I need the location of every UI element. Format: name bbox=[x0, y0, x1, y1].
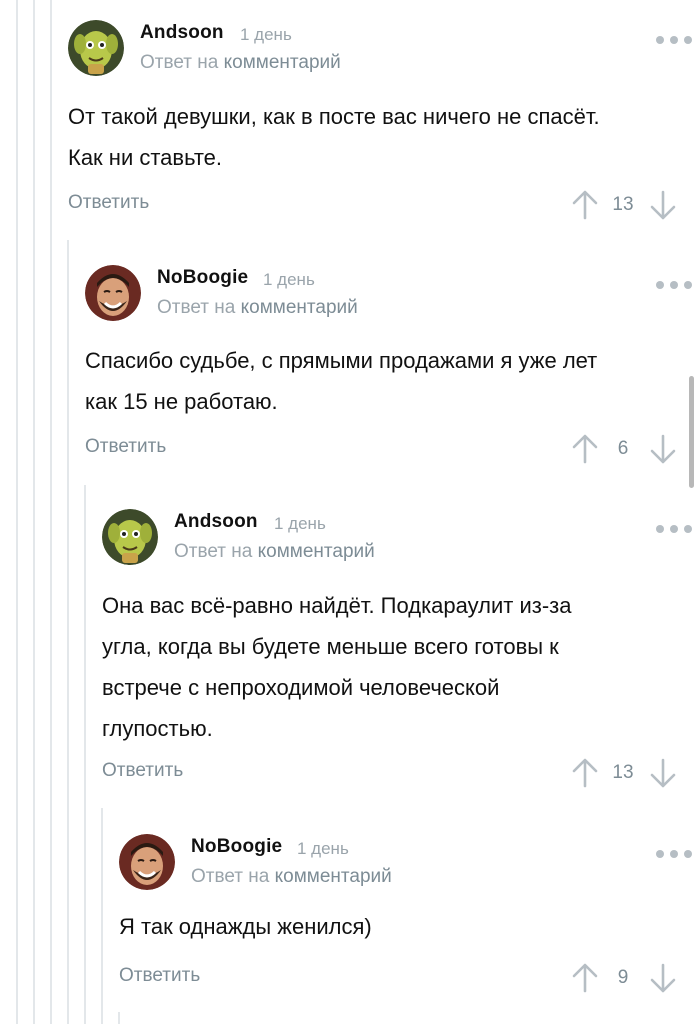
reply-to: Ответ на комментарий bbox=[174, 541, 375, 563]
comment-text-line: Она вас всё-равно найдёт. Подкараулит из… bbox=[102, 593, 572, 618]
reply-button[interactable]: Ответить bbox=[85, 436, 166, 458]
comment: NoBoogie 1 день Ответ на комментарий Спа… bbox=[85, 265, 700, 475]
goblin-avatar[interactable] bbox=[68, 20, 124, 76]
author-name[interactable]: Andsoon bbox=[174, 511, 258, 533]
comment-time: 1 день bbox=[297, 839, 349, 858]
reply-to-link[interactable]: комментарий bbox=[224, 52, 341, 73]
reply-to-link[interactable]: комментарий bbox=[275, 866, 392, 887]
comment-text-line: От такой девушки, как в посте вас ничего… bbox=[68, 104, 600, 129]
arrow-down-icon[interactable] bbox=[648, 961, 678, 995]
more-options-icon[interactable] bbox=[652, 30, 692, 50]
thread-line bbox=[67, 240, 69, 1024]
reply-to-prefix: Ответ на bbox=[174, 541, 253, 562]
comment-header: NoBoogie 1 день Ответ на комментарий bbox=[119, 834, 700, 894]
author-name[interactable]: NoBoogie bbox=[157, 267, 248, 289]
thread-line bbox=[33, 0, 35, 1024]
comment-header: Andsoon 1 день Ответ на комментарий bbox=[68, 20, 700, 80]
laughing-man-avatar[interactable] bbox=[119, 834, 175, 890]
comment-actions: Ответить 13 bbox=[68, 188, 700, 224]
arrow-down-icon[interactable] bbox=[648, 188, 678, 222]
thread-line bbox=[84, 485, 86, 1024]
reply-to-prefix: Ответ на bbox=[191, 866, 270, 887]
arrow-up-icon[interactable] bbox=[570, 961, 600, 995]
arrow-up-icon[interactable] bbox=[570, 188, 600, 222]
comment-text-line: угла, когда вы будете меньше всего готов… bbox=[102, 634, 559, 659]
arrow-up-icon[interactable] bbox=[570, 756, 600, 790]
comment-actions: Ответить 9 bbox=[119, 961, 700, 997]
comment-actions: Ответить 13 bbox=[102, 756, 700, 792]
reply-to-link[interactable]: комментарий bbox=[258, 541, 375, 562]
comment-text-line: как 15 не работаю. bbox=[85, 389, 278, 414]
reply-to-prefix: Ответ на bbox=[140, 52, 219, 73]
comment-text: Она вас всё-равно найдёт. Подкараулит из… bbox=[102, 585, 680, 749]
reply-to: Ответ на комментарий bbox=[157, 297, 358, 319]
more-options-icon[interactable] bbox=[652, 519, 692, 539]
reply-button[interactable]: Ответить bbox=[68, 192, 149, 214]
comment-text-line: встрече с непроходимой человеческой bbox=[102, 675, 500, 700]
thread-line bbox=[50, 0, 52, 1024]
reply-button[interactable]: Ответить bbox=[119, 965, 200, 987]
reply-to: Ответ на комментарий bbox=[140, 52, 341, 74]
arrow-down-icon[interactable] bbox=[648, 432, 678, 466]
thread-line bbox=[101, 808, 103, 1024]
thread-line bbox=[16, 0, 18, 1024]
laughing-man-avatar[interactable] bbox=[85, 265, 141, 321]
comment-text-line: глупостью. bbox=[102, 716, 213, 741]
reply-to: Ответ на комментарий bbox=[191, 866, 392, 888]
comment-text-line: Я так однажды женился) bbox=[119, 914, 372, 939]
vote-score: 6 bbox=[617, 438, 629, 459]
vote-score: 13 bbox=[612, 762, 634, 783]
comment-text: Я так однажды женился) bbox=[119, 906, 680, 947]
more-options-icon[interactable] bbox=[652, 844, 692, 864]
arrow-down-icon[interactable] bbox=[648, 756, 678, 790]
comment: Andsoon 1 день Ответ на комментарий Она … bbox=[102, 509, 700, 799]
scrollbar[interactable] bbox=[689, 376, 694, 488]
comment-time: 1 день bbox=[240, 25, 292, 44]
comment-text: Спасибо судьбе, с прямыми продажами я уж… bbox=[85, 340, 680, 422]
comment-time: 1 день bbox=[274, 514, 326, 533]
comment-text-line: Спасибо судьбе, с прямыми продажами я уж… bbox=[85, 348, 598, 373]
comment-header: Andsoon 1 день Ответ на комментарий bbox=[102, 509, 700, 569]
vote-score: 9 bbox=[617, 967, 629, 988]
reply-to-link[interactable]: комментарий bbox=[241, 297, 358, 318]
arrow-up-icon[interactable] bbox=[570, 432, 600, 466]
author-name[interactable]: Andsoon bbox=[140, 22, 224, 44]
comment-actions: Ответить 6 bbox=[85, 432, 700, 468]
comment: NoBoogie 1 день Ответ на комментарий Я т… bbox=[119, 834, 700, 1024]
comment-text-line: Как ни ставьте. bbox=[68, 145, 223, 170]
goblin-avatar[interactable] bbox=[102, 509, 158, 565]
comment: Andsoon 1 день Ответ на комментарий От т… bbox=[68, 20, 700, 230]
vote-score: 13 bbox=[612, 194, 634, 215]
comment-time: 1 день bbox=[263, 270, 315, 289]
comment-text: От такой девушки, как в посте вас ничего… bbox=[68, 96, 680, 178]
reply-to-prefix: Ответ на bbox=[157, 297, 236, 318]
reply-button[interactable]: Ответить bbox=[102, 760, 183, 782]
more-options-icon[interactable] bbox=[652, 275, 692, 295]
comment-header: NoBoogie 1 день Ответ на комментарий bbox=[85, 265, 700, 325]
author-name[interactable]: NoBoogie bbox=[191, 836, 282, 858]
